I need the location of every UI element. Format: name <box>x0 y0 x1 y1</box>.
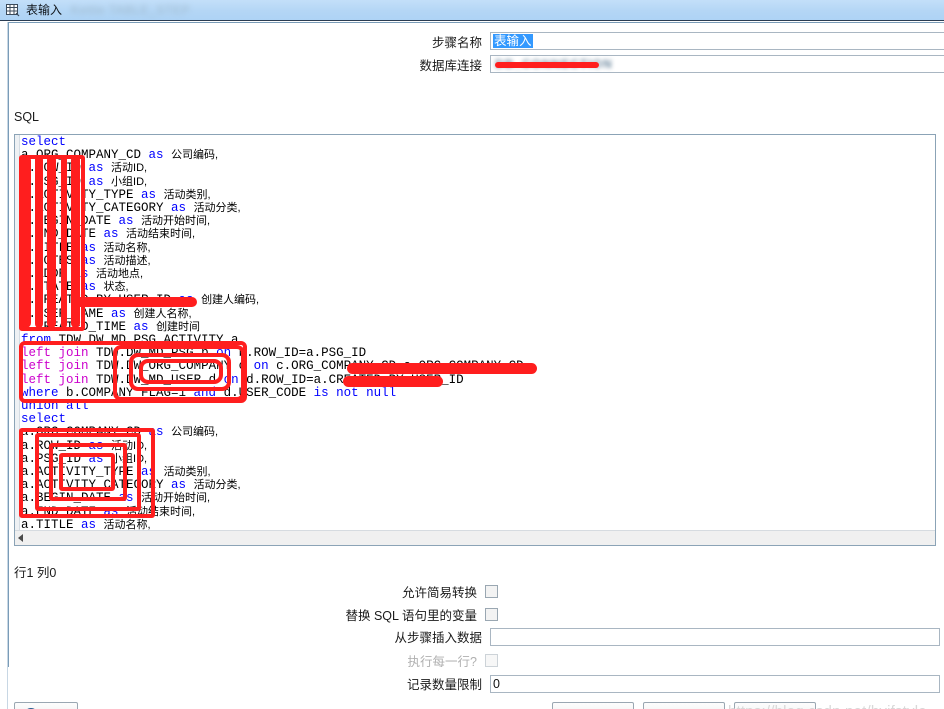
lazy-convert-label: 允许简易转换 <box>401 586 477 600</box>
lazy-convert-row: 允许简易转换 <box>250 583 498 600</box>
replace-vars-checkbox[interactable] <box>485 608 498 621</box>
sql-editor-hscrollbar[interactable] <box>15 530 935 545</box>
watermark-text: https://blog.csdn.net/hyifstyle <box>728 703 927 709</box>
replace-vars-label: 替换 SQL 语句里的变量 <box>345 609 478 623</box>
execute-each-row-checkbox <box>485 654 498 667</box>
db-connection-label: 数据库连接 <box>419 58 482 73</box>
row-limit-row: 记录数量限制 0 <box>250 674 940 693</box>
insert-from-step-combo[interactable] <box>490 627 940 646</box>
replace-vars-row: 替换 SQL 语句里的变量 <box>250 606 498 623</box>
row-limit-label: 记录数量限制 <box>406 678 482 692</box>
db-connection-row: 数据库连接 DB_CONNECTION <box>398 55 944 73</box>
db-connection-redaction-bar <box>495 62 599 68</box>
footer-separator <box>8 667 944 668</box>
step-name-label: 步骤名称 <box>431 35 482 50</box>
sql-editor-text[interactable]: select a.ORG_COMPANY_CD as 公司编码, a.ROW_I… <box>21 135 935 545</box>
table-input-icon <box>6 3 20 17</box>
dialog-left-rail <box>0 22 8 709</box>
step-name-input[interactable]: 表输入 <box>490 32 944 50</box>
ok-button[interactable]: 确定(O) <box>552 702 634 709</box>
insert-from-step-label: 从步骤插入数据 <box>394 631 482 645</box>
row-limit-input[interactable]: 0 <box>490 674 940 693</box>
db-connection-combo[interactable]: DB_CONNECTION <box>490 55 944 73</box>
dialog-body: 步骤名称 表输入 数据库连接 DB_CONNECTION SQL select … <box>0 22 944 709</box>
lazy-convert-checkbox[interactable] <box>485 585 498 598</box>
sql-editor[interactable]: select a.ORG_COMPANY_CD as 公司编码, a.ROW_I… <box>14 134 936 546</box>
sql-cursor-status: 行1 列0 <box>14 566 57 580</box>
sql-editor-gutter <box>15 135 20 545</box>
insert-from-step-row: 从步骤插入数据 <box>250 627 940 646</box>
step-name-row: 步骤名称 表输入 <box>398 32 944 50</box>
help-button[interactable]: ? Help <box>14 702 78 709</box>
sql-section-label: SQL <box>14 110 40 124</box>
table-input-dialog: 表输入 Kettle TABLE_STEP 步骤名称 表输入 数据库连接 DB_… <box>0 0 944 709</box>
window-subtitle-redacted: Kettle TABLE_STEP <box>71 3 191 17</box>
window-title: 表输入 <box>26 2 63 17</box>
step-name-value: 表输入 <box>493 34 533 48</box>
window-titlebar: 表输入 Kettle TABLE_STEP <box>0 0 944 21</box>
preview-button[interactable]: 预览(P) <box>643 702 725 709</box>
scroll-left-arrow-icon[interactable] <box>18 534 23 542</box>
